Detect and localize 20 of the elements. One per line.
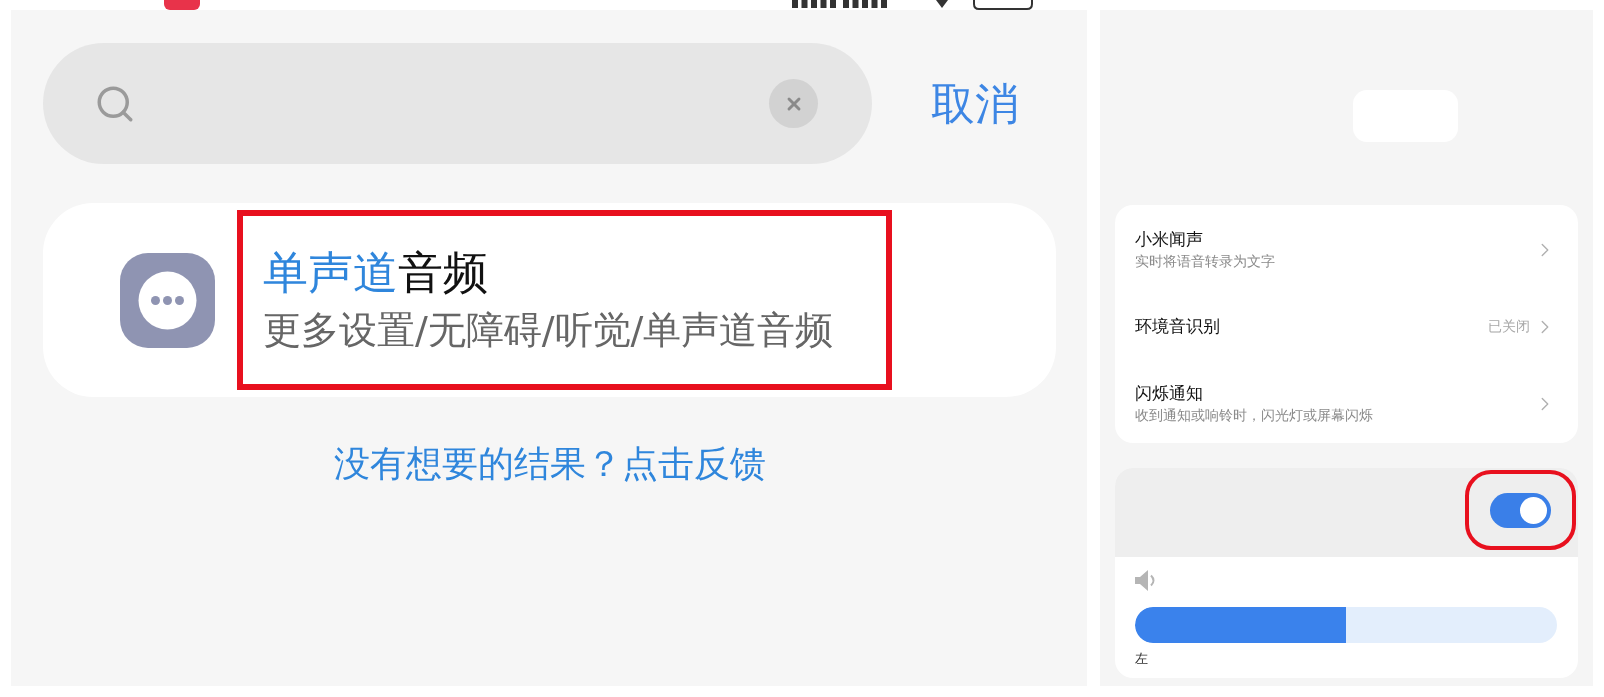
result-title: 单声道音频 [263, 246, 489, 301]
setting-subtitle: 收到通知或响铃时，闪光灯或屏幕闪烁 [1135, 406, 1373, 425]
cancel-button[interactable]: 取消 [931, 81, 1019, 126]
setting-subtitle: 实时将语音转录为文字 [1135, 252, 1275, 271]
notification-badge-icon [164, 0, 200, 10]
balance-slider-track[interactable] [1135, 607, 1557, 643]
result-path: 更多设置/无障碍/听觉/单声道音频 [263, 308, 835, 354]
setting-title: 小米闻声 [1135, 228, 1204, 251]
search-result-card[interactable]: 单声道音频 更多设置/无障碍/听觉/单声道音频 [43, 203, 1056, 397]
feedback-link[interactable]: 没有想要的结果？点击反馈 [333, 442, 766, 486]
setting-title: 环境音识别 [1135, 315, 1220, 338]
more-dots-app-icon [120, 252, 215, 348]
signal-icon [792, 0, 837, 8]
battery-icon [973, 0, 1033, 10]
signal-icon [843, 0, 888, 8]
toggle-switch[interactable] [1490, 492, 1551, 528]
setting-value: 已关闭 [1488, 317, 1530, 336]
clear-button[interactable] [769, 79, 818, 128]
slider-label: 左 [1135, 651, 1148, 667]
setting-title: 闪烁通知 [1135, 382, 1204, 405]
